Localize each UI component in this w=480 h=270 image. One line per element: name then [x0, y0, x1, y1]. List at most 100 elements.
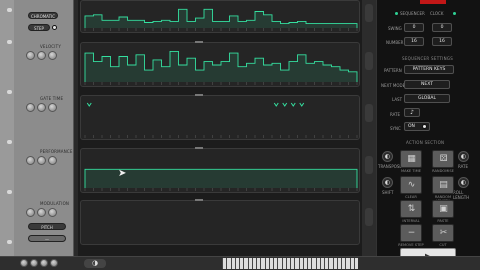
- lane-step-bar[interactable]: [314, 23, 324, 28]
- performance-step-mark[interactable]: [299, 102, 305, 107]
- performance-knob[interactable]: [37, 156, 46, 165]
- lane-step-bar[interactable]: [187, 21, 196, 28]
- lane-step-bar[interactable]: [153, 169, 162, 188]
- lane-step-bar[interactable]: [323, 23, 332, 28]
- lane-step-bar[interactable]: [306, 169, 315, 188]
- lane-step-bar[interactable]: [306, 63, 315, 82]
- lane-step-bar[interactable]: [204, 169, 213, 188]
- lane-step-bar[interactable]: [297, 169, 307, 188]
- lane-step-bar[interactable]: [161, 20, 171, 28]
- lane-step-bar[interactable]: [314, 61, 324, 82]
- scroll-thumb[interactable]: [365, 4, 373, 22]
- lane-step-bar[interactable]: [340, 70, 349, 82]
- lane-step-bar[interactable]: [204, 61, 213, 82]
- action-button-2[interactable]: ∿: [400, 176, 422, 194]
- lane-step-bar[interactable]: [85, 53, 94, 82]
- lane-step-bar[interactable]: [238, 66, 247, 82]
- lane-step-bar[interactable]: [170, 51, 179, 82]
- action-button-7[interactable]: ✂: [432, 224, 454, 242]
- lane-step-bar[interactable]: [255, 58, 264, 82]
- lane-step-bar[interactable]: [263, 14, 273, 28]
- lane-step-bar[interactable]: [255, 169, 264, 188]
- lane-step-bar[interactable]: [119, 56, 128, 83]
- scroll-thumb[interactable]: [365, 156, 373, 174]
- lane-step-bar[interactable]: [246, 20, 256, 28]
- lane-step-bar[interactable]: [297, 54, 307, 82]
- action-button-4[interactable]: ⇅: [400, 200, 422, 218]
- performance-step-mark[interactable]: [273, 102, 279, 107]
- bottom-knob[interactable]: [50, 259, 58, 267]
- lane-step-bar[interactable]: [263, 169, 273, 188]
- action-button-5[interactable]: ▣: [432, 200, 454, 218]
- lane-step-bar[interactable]: [102, 56, 111, 83]
- gate-time-lane[interactable]: [80, 41, 360, 87]
- bottom-knob[interactable]: [30, 259, 38, 267]
- lane-step-bar[interactable]: [144, 22, 154, 29]
- lane-step-bar[interactable]: [127, 65, 137, 82]
- lane-step-bar[interactable]: [85, 15, 94, 28]
- lane-scrollbar[interactable]: [362, 0, 376, 256]
- lane-step-bar[interactable]: [331, 169, 341, 188]
- lane-step-bar[interactable]: [314, 169, 324, 188]
- lane-step-bar[interactable]: [144, 169, 154, 188]
- lane-step-bar[interactable]: [144, 70, 154, 82]
- gate-knob[interactable]: [48, 103, 57, 112]
- lane-step-bar[interactable]: [246, 63, 256, 82]
- performance-step-mark[interactable]: [282, 102, 288, 107]
- performance-lane[interactable]: [80, 94, 360, 140]
- lane-step-bar[interactable]: [323, 169, 332, 188]
- lane-step-bar[interactable]: [340, 169, 349, 188]
- lane-step-bar[interactable]: [280, 23, 290, 28]
- lane-step-bar[interactable]: [238, 21, 247, 28]
- velocity-knob[interactable]: [37, 51, 46, 60]
- step-keyboard-strip[interactable]: [222, 258, 358, 269]
- lane-step-bar[interactable]: [221, 61, 230, 82]
- lane-step-bar[interactable]: [195, 18, 205, 28]
- lane-select[interactable]: —: [28, 235, 66, 242]
- lane-step-bar[interactable]: [195, 169, 205, 188]
- lane-step-bar[interactable]: [323, 65, 332, 82]
- lane-step-bar[interactable]: [127, 169, 137, 188]
- lane-step-bar[interactable]: [195, 70, 205, 82]
- lane-step-bar[interactable]: [263, 65, 273, 82]
- lane-step-bar[interactable]: [229, 53, 239, 82]
- transpose-down-knob[interactable]: ◐: [458, 151, 469, 162]
- chromatic-button[interactable]: CHROMATIC: [28, 12, 58, 19]
- modulation-knob[interactable]: [37, 208, 46, 217]
- pattern-select[interactable]: PATTERN KEYS: [404, 65, 454, 74]
- lane-step-bar[interactable]: [136, 20, 145, 28]
- lane-step-bar[interactable]: [289, 61, 298, 82]
- swing-field-b[interactable]: 0: [432, 23, 452, 32]
- lane-step-bar[interactable]: [127, 20, 137, 28]
- lane-step-bar[interactable]: [340, 23, 349, 28]
- lane-step-bar[interactable]: [229, 169, 239, 188]
- lane-step-bar[interactable]: [187, 169, 196, 188]
- lane-step-bar[interactable]: [255, 11, 264, 29]
- lane-step-bar[interactable]: [102, 169, 111, 188]
- lane-step-bar[interactable]: [102, 20, 111, 28]
- lane-step-bar[interactable]: [297, 21, 307, 28]
- velocity-knob[interactable]: [26, 51, 35, 60]
- lane-step-bar[interactable]: [348, 23, 358, 28]
- lane-step-bar[interactable]: [187, 58, 196, 82]
- swing-field-a[interactable]: 0: [404, 23, 424, 32]
- performance-step-mark[interactable]: [86, 102, 92, 107]
- lane-step-bar[interactable]: [306, 23, 315, 28]
- lane-step-bar[interactable]: [136, 169, 145, 188]
- lane-step-bar[interactable]: [110, 66, 120, 82]
- modulation-knob[interactable]: [48, 208, 57, 217]
- lane-step-bar[interactable]: [110, 20, 120, 28]
- gate-knob[interactable]: [26, 103, 35, 112]
- lane-step-bar[interactable]: [289, 169, 298, 188]
- length-select[interactable]: GLOBAL: [404, 94, 450, 103]
- lane-step-bar[interactable]: [238, 169, 247, 188]
- lane-step-bar[interactable]: [229, 15, 239, 28]
- velocity-knob[interactable]: [48, 51, 57, 60]
- lane-step-bar[interactable]: [272, 63, 281, 82]
- lane-step-bar[interactable]: [246, 169, 256, 188]
- grid-field-b[interactable]: 16: [432, 37, 452, 46]
- lane-step-bar[interactable]: [85, 169, 94, 188]
- lane-step-bar[interactable]: [221, 21, 230, 28]
- performance-knob[interactable]: [48, 156, 57, 165]
- lane-step-bar[interactable]: [331, 66, 341, 82]
